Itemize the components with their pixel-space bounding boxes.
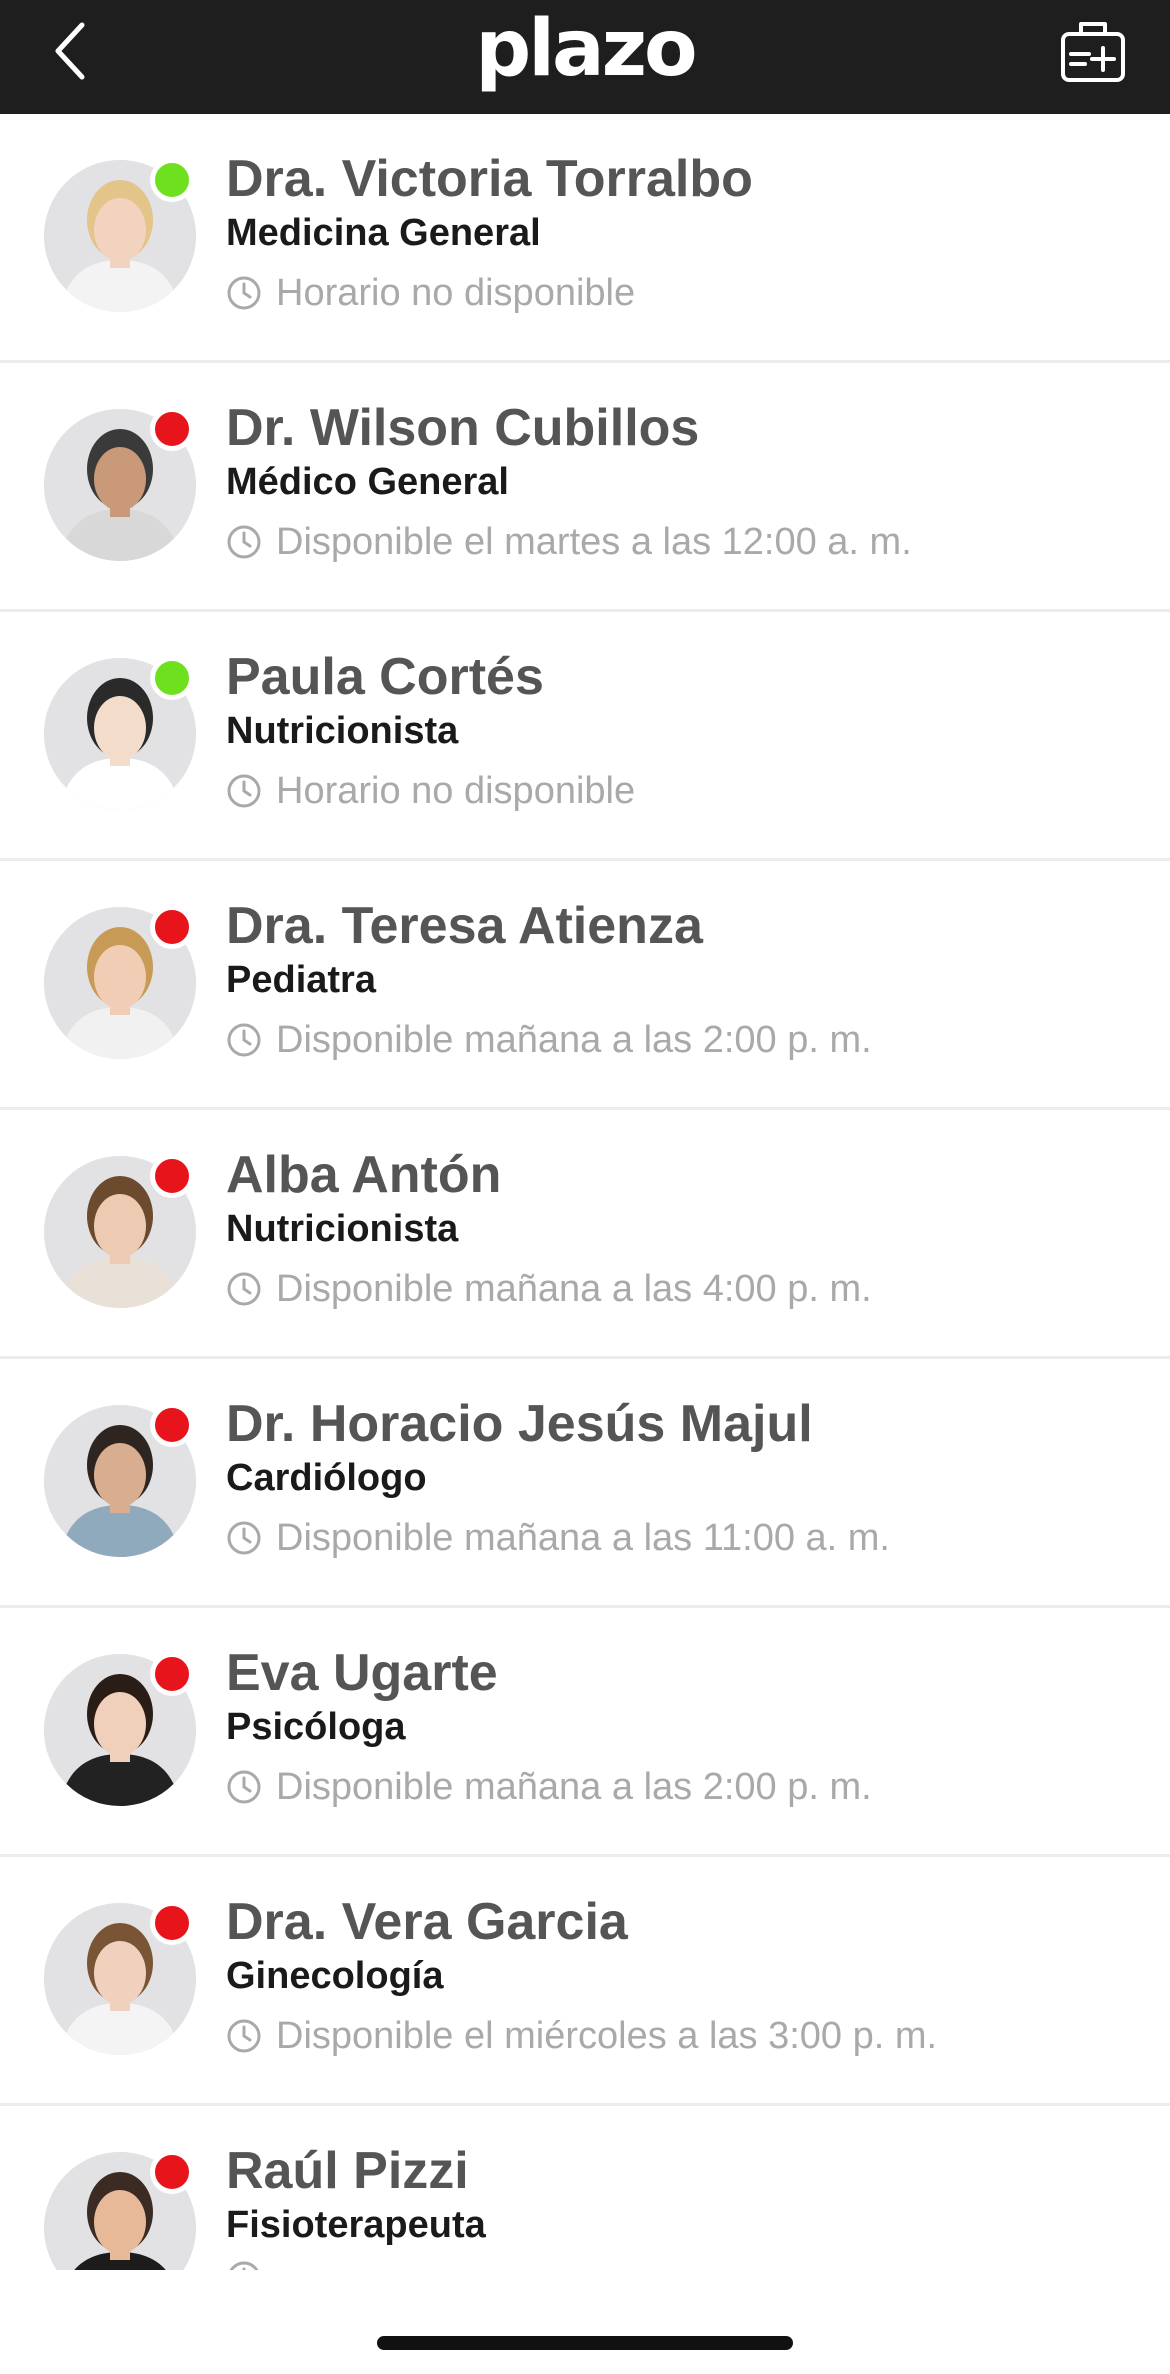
status-indicator [150, 158, 194, 202]
clock-icon [229, 2261, 259, 2270]
doctor-name: Raúl Pizzi [226, 2142, 469, 2200]
availability: Horario no disponible [226, 268, 1150, 318]
doctor-row[interactable]: Dra. Teresa Atienza Pediatra Disponible ma… [0, 861, 1170, 1110]
doctor-specialty: Nutricionista [226, 710, 459, 752]
doctor-specialty: Cardiólogo [226, 1457, 427, 1499]
bottom-safe-area [0, 2270, 1170, 2374]
status-indicator [150, 1901, 194, 1945]
home-indicator[interactable] [377, 2336, 793, 2350]
doctor-info: Alba Antón Nutricionista Disponible mañana… [226, 1144, 1150, 1314]
doctor-name: Dra. Victoria Torralbo [226, 150, 753, 208]
availability-text: Disponible mañana a las 4:00 p. m. [276, 1268, 872, 1310]
clock-icon [227, 1521, 261, 1555]
status-indicator [150, 1154, 194, 1198]
doctor-info: Dr. Wilson Cubillos Médico General Disponi… [226, 397, 1150, 567]
doctor-info: Dra. Vera Garcia Ginecología Disponible el… [226, 1891, 1150, 2061]
doctor-list: Dra. Victoria Torralbo Medicina General Ho… [0, 114, 1170, 2270]
availability-text: Horario no disponible [276, 272, 636, 314]
doctor-row[interactable]: Dra. Victoria Torralbo Medicina General Ho… [0, 114, 1170, 363]
status-indicator [150, 1652, 194, 1696]
availability: Disponible mañana a las 4:00 p. m. [226, 1264, 1150, 1314]
doctor-name: Dr. Wilson Cubillos [226, 399, 700, 457]
doctor-info: Eva Ugarte Psicóloga Disponible mañana a l… [226, 1642, 1150, 1812]
doctor-name: Dra. Vera Garcia [226, 1893, 628, 1951]
clock-icon [227, 1023, 261, 1057]
add-appointment-icon [1061, 22, 1125, 82]
doctor-name: Alba Antón [226, 1146, 502, 1204]
availability-text: Disponible mañana a las 11:00 a. m. [276, 1517, 890, 1559]
add-appointment-button[interactable] [1058, 16, 1128, 86]
doctor-info: Dr. Horacio Jesús Majul Cardiólogo Disponi… [226, 1393, 1150, 1563]
doctor-row[interactable]: Eva Ugarte Psicóloga Disponible mañana a l… [0, 1608, 1170, 1857]
status-indicator [150, 2150, 194, 2194]
doctor-info: Paula Cortés Nutricionista Horario no disp… [226, 646, 1150, 816]
availability-text: Disponible el miércoles a las 3:00 p. m. [276, 2015, 938, 2057]
doctor-specialty: Pediatra [226, 959, 376, 1001]
clock-icon [227, 525, 261, 559]
clock-icon [227, 1272, 261, 1306]
availability: Disponible mañana a las 2:00 p. m. [226, 1762, 1150, 1812]
clock-icon [227, 774, 261, 808]
clock-icon [227, 276, 261, 310]
status-indicator [150, 407, 194, 451]
doctor-row[interactable]: Dr. Wilson Cubillos Médico General Disponi… [0, 363, 1170, 612]
availability-text: Disponible el martes a las 12:00 a. m. [276, 521, 912, 563]
availability: Horario no disponible [226, 766, 1150, 816]
clock-icon [227, 2019, 261, 2053]
doctor-row[interactable]: Paula Cortés Nutricionista Horario no disp… [0, 612, 1170, 861]
doctor-info: Dra. Victoria Torralbo Medicina General Ho… [226, 148, 1150, 318]
doctor-name: Dra. Teresa Atienza [226, 897, 703, 955]
doctor-name: Eva Ugarte [226, 1644, 498, 1702]
doctor-specialty: Médico General [226, 461, 509, 503]
doctor-info: Raúl Pizzi Fisioterapeuta [226, 2140, 1150, 2270]
doctor-specialty: Medicina General [226, 212, 541, 254]
availability-text: Horario no disponible [276, 770, 636, 812]
status-indicator [150, 656, 194, 700]
doctor-specialty: Psicóloga [226, 1706, 406, 1748]
doctor-row[interactable]: Dr. Horacio Jesús Majul Cardiólogo Disponi… [0, 1359, 1170, 1608]
availability: Disponible mañana a las 2:00 p. m. [226, 1015, 1150, 1065]
doctor-info: Dra. Teresa Atienza Pediatra Disponible ma… [226, 895, 1150, 1065]
availability: Disponible el miércoles a las 3:00 p. m. [226, 2011, 1150, 2061]
availability [226, 2260, 1150, 2270]
availability: Disponible el martes a las 12:00 a. m. [226, 517, 1150, 567]
doctor-row[interactable]: Dra. Vera Garcia Ginecología Disponible el… [0, 1857, 1170, 2106]
availability-text: Disponible mañana a las 2:00 p. m. [276, 1019, 872, 1061]
availability-text: Disponible mañana a las 2:00 p. m. [276, 1766, 872, 1808]
availability: Disponible mañana a las 11:00 a. m. [226, 1513, 1150, 1563]
doctor-specialty: Nutricionista [226, 1208, 459, 1250]
app-header: plazo [0, 0, 1170, 114]
doctor-row[interactable]: Raúl Pizzi Fisioterapeuta [0, 2106, 1170, 2270]
doctor-name: Dr. Horacio Jesús Majul [226, 1395, 813, 1453]
status-indicator [150, 905, 194, 949]
status-indicator [150, 1403, 194, 1447]
clock-icon [227, 1770, 261, 1804]
doctor-specialty: Ginecología [226, 1955, 444, 1997]
doctor-specialty: Fisioterapeuta [226, 2204, 486, 2246]
doctor-name: Paula Cortés [226, 648, 544, 706]
doctor-row[interactable]: Alba Antón Nutricionista Disponible mañana… [0, 1110, 1170, 1359]
app-logo: plazo [475, 4, 697, 94]
